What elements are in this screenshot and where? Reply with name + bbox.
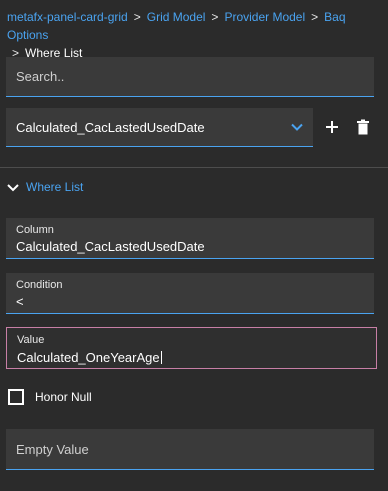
condition-value: < bbox=[16, 294, 24, 309]
column-label: Column bbox=[16, 224, 54, 236]
section-title: Where List bbox=[26, 180, 84, 194]
breadcrumb-separator: > bbox=[311, 10, 319, 24]
chevron-down-icon[interactable] bbox=[7, 183, 19, 193]
trash-icon[interactable] bbox=[354, 118, 372, 136]
breadcrumb-link[interactable]: Grid Model bbox=[147, 10, 206, 24]
value-label: Value bbox=[17, 334, 45, 346]
breadcrumb-separator: > bbox=[133, 10, 141, 24]
section-divider bbox=[0, 167, 388, 168]
breadcrumb-separator: > bbox=[211, 10, 219, 24]
value-input-text: Calculated_OneYearAge bbox=[17, 350, 162, 365]
condition-field[interactable]: Condition < bbox=[6, 273, 374, 314]
search-placeholder: Search.. bbox=[16, 69, 65, 84]
chevron-down-icon[interactable] bbox=[291, 122, 303, 132]
breadcrumb-link[interactable]: metafx-panel-card-grid bbox=[7, 10, 128, 24]
breadcrumb-link[interactable]: Provider Model bbox=[224, 10, 305, 24]
condition-label: Condition bbox=[16, 279, 63, 291]
empty-value-field[interactable]: Empty Value bbox=[6, 429, 374, 470]
breadcrumb: metafx-panel-card-grid > Grid Model > Provid… bbox=[7, 8, 385, 62]
empty-value-placeholder: Empty Value bbox=[16, 442, 89, 457]
select-value: Calculated_CacLastedUsedDate bbox=[16, 120, 205, 135]
search-input[interactable]: Search.. bbox=[6, 57, 374, 97]
value-field[interactable]: Value Calculated_OneYearAge bbox=[6, 327, 377, 369]
column-field[interactable]: Column Calculated_CacLastedUsedDate bbox=[6, 218, 374, 259]
honor-null-checkbox[interactable] bbox=[8, 389, 24, 405]
text-cursor bbox=[160, 351, 162, 364]
plus-icon[interactable] bbox=[323, 118, 341, 136]
column-value: Calculated_CacLastedUsedDate bbox=[16, 239, 205, 254]
value-text: Calculated_OneYearAge bbox=[17, 350, 160, 365]
where-item-select[interactable]: Calculated_CacLastedUsedDate bbox=[6, 108, 313, 147]
honor-null-label: Honor Null bbox=[35, 390, 92, 404]
